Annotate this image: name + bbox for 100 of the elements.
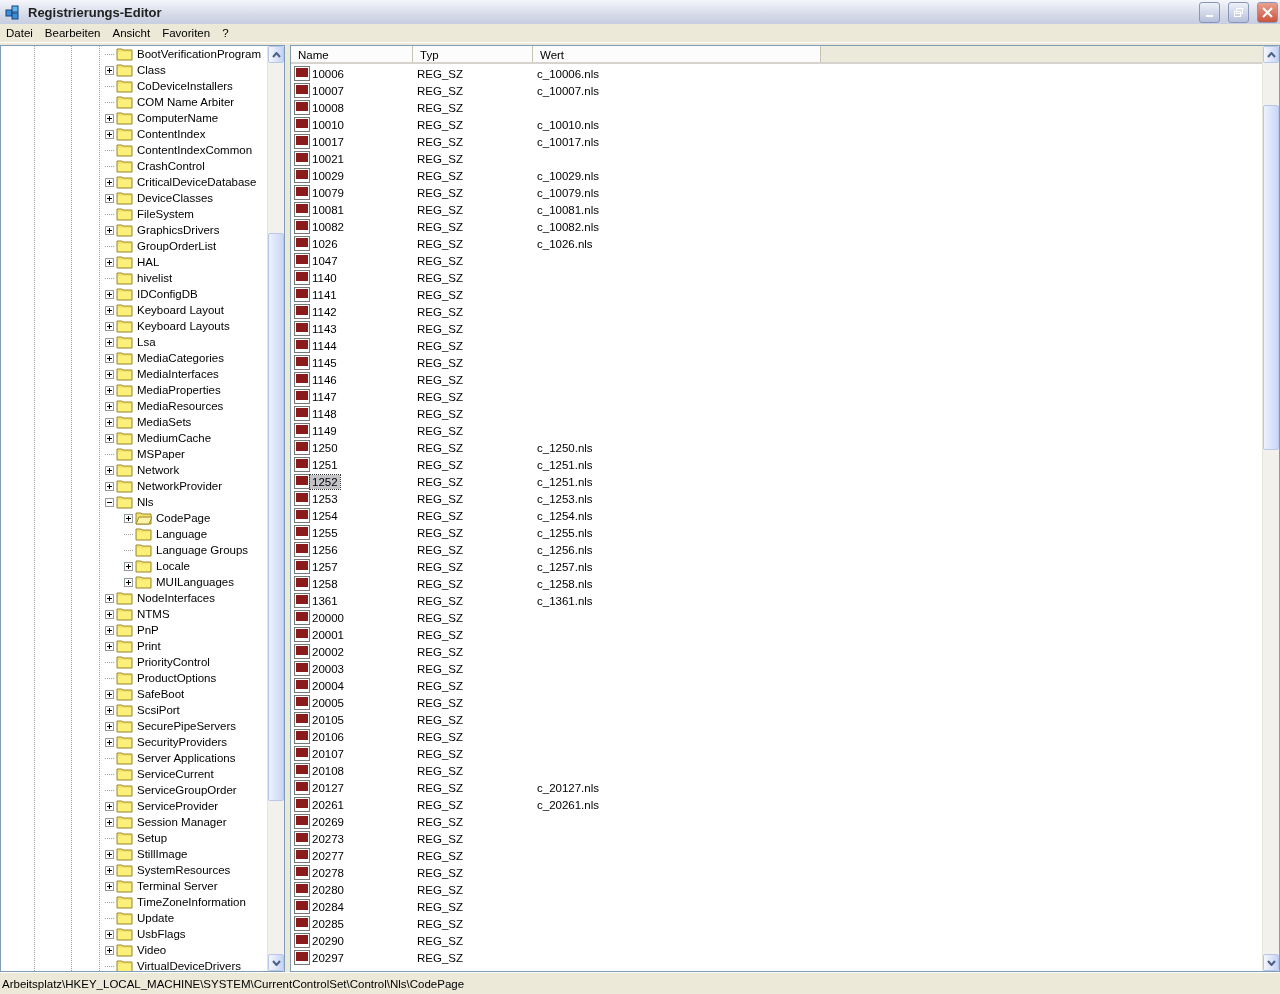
expand-toggle[interactable] bbox=[105, 641, 114, 651]
tree-item[interactable]: PnP bbox=[135, 623, 161, 637]
tree-item[interactable]: ProductOptions bbox=[135, 671, 219, 685]
value-name[interactable]: 10021 bbox=[310, 151, 346, 166]
value-name[interactable]: 10017 bbox=[310, 134, 346, 149]
expand-toggle[interactable] bbox=[105, 609, 114, 619]
tree-item[interactable]: Print bbox=[135, 639, 163, 653]
column-header[interactable]: Typ bbox=[413, 46, 533, 62]
value-name[interactable]: 10006 bbox=[310, 66, 346, 81]
value-name[interactable]: 1047 bbox=[310, 253, 340, 268]
tree-item[interactable]: NTMS bbox=[135, 607, 172, 621]
tree-item[interactable]: FileSystem bbox=[135, 207, 196, 221]
tree-item[interactable]: SecurityProviders bbox=[135, 735, 230, 749]
value-name[interactable]: 20003 bbox=[310, 661, 346, 676]
tree-item[interactable]: UsbFlags bbox=[135, 927, 188, 941]
menu-item[interactable]: Bearbeiten bbox=[38, 27, 107, 39]
tree-item[interactable]: MediumCache bbox=[135, 431, 214, 445]
value-name[interactable]: 1149 bbox=[310, 423, 339, 438]
value-name[interactable]: 20284 bbox=[310, 899, 346, 914]
expand-toggle[interactable] bbox=[105, 417, 114, 427]
tree-item[interactable]: HAL bbox=[135, 255, 162, 269]
tree-item[interactable]: MediaProperties bbox=[135, 383, 223, 397]
tree-item[interactable]: CoDeviceInstallers bbox=[135, 79, 235, 93]
expand-toggle[interactable] bbox=[105, 257, 114, 267]
tree-item[interactable]: ContentIndex bbox=[135, 127, 208, 141]
value-name[interactable]: 1251 bbox=[310, 457, 340, 472]
menu-item[interactable]: ? bbox=[216, 27, 235, 39]
tree-item[interactable]: Update bbox=[135, 911, 177, 925]
expand-toggle[interactable] bbox=[105, 721, 114, 731]
expand-toggle[interactable] bbox=[105, 929, 114, 939]
value-name[interactable]: 20106 bbox=[310, 729, 346, 744]
value-name[interactable]: 20261 bbox=[310, 797, 346, 812]
value-name[interactable]: 20105 bbox=[310, 712, 346, 727]
value-name[interactable]: 10029 bbox=[310, 168, 346, 183]
value-name[interactable]: 20108 bbox=[310, 763, 346, 778]
tree-item[interactable]: hivelist bbox=[135, 271, 175, 285]
tree-item[interactable]: SystemResources bbox=[135, 863, 233, 877]
value-name[interactable]: 20297 bbox=[310, 950, 346, 965]
value-name[interactable]: 10082 bbox=[310, 219, 346, 234]
tree-item[interactable]: DeviceClasses bbox=[135, 191, 216, 205]
expand-toggle[interactable] bbox=[105, 849, 114, 859]
expand-toggle[interactable] bbox=[105, 433, 114, 443]
tree-item[interactable]: Video bbox=[135, 943, 169, 957]
expand-toggle[interactable] bbox=[105, 353, 114, 363]
tree-item[interactable]: BootVerificationProgram bbox=[135, 47, 263, 61]
expand-toggle[interactable] bbox=[105, 337, 114, 347]
tree-item[interactable]: MSPaper bbox=[135, 447, 187, 461]
scroll-thumb[interactable] bbox=[1263, 105, 1279, 450]
value-name[interactable]: 10008 bbox=[310, 100, 346, 115]
value-name[interactable]: 1148 bbox=[310, 406, 339, 421]
expand-toggle[interactable] bbox=[105, 625, 114, 635]
expand-toggle[interactable] bbox=[105, 369, 114, 379]
tree-item[interactable]: Locale bbox=[154, 559, 192, 573]
value-name[interactable]: 1256 bbox=[310, 542, 340, 557]
value-name[interactable]: 1255 bbox=[310, 525, 340, 540]
tree-item[interactable]: SecurePipeServers bbox=[135, 719, 239, 733]
value-name[interactable]: 20269 bbox=[310, 814, 346, 829]
value-name[interactable]: 20000 bbox=[310, 610, 346, 625]
value-name[interactable]: 1140 bbox=[310, 270, 339, 285]
tree-item[interactable]: ServiceProvider bbox=[135, 799, 221, 813]
expand-toggle[interactable] bbox=[105, 465, 114, 475]
menu-item[interactable]: Datei bbox=[0, 27, 39, 39]
expand-toggle[interactable] bbox=[105, 401, 114, 411]
value-name[interactable]: 20002 bbox=[310, 644, 346, 659]
restore-button[interactable] bbox=[1228, 1, 1249, 23]
tree-item[interactable]: Lsa bbox=[135, 335, 158, 349]
expand-toggle[interactable] bbox=[124, 513, 133, 523]
expand-toggle[interactable] bbox=[105, 881, 114, 891]
expand-toggle[interactable] bbox=[105, 193, 114, 203]
value-name[interactable]: 20277 bbox=[310, 848, 346, 863]
expand-toggle[interactable] bbox=[105, 705, 114, 715]
tree-item[interactable]: MediaSets bbox=[135, 415, 194, 429]
tree-item[interactable]: Keyboard Layouts bbox=[135, 319, 232, 333]
expand-toggle[interactable] bbox=[105, 689, 114, 699]
value-name[interactable]: 1254 bbox=[310, 508, 340, 523]
expand-toggle[interactable] bbox=[105, 945, 114, 955]
expand-toggle[interactable] bbox=[124, 577, 133, 587]
tree-item[interactable]: CriticalDeviceDatabase bbox=[135, 175, 259, 189]
tree-item[interactable]: MediaInterfaces bbox=[135, 367, 221, 381]
tree-item[interactable]: NetworkProvider bbox=[135, 479, 224, 493]
tree-item[interactable]: TimeZoneInformation bbox=[135, 895, 248, 909]
value-name[interactable]: 20004 bbox=[310, 678, 346, 693]
tree-item[interactable]: Network bbox=[135, 463, 182, 477]
tree-item[interactable]: ComputerName bbox=[135, 111, 221, 125]
scrollbar[interactable] bbox=[267, 46, 284, 971]
value-name[interactable]: 20280 bbox=[310, 882, 346, 897]
value-name[interactable]: 20285 bbox=[310, 916, 346, 931]
value-name[interactable]: 1026 bbox=[310, 236, 340, 251]
expand-toggle[interactable] bbox=[105, 129, 114, 139]
collapse-toggle[interactable] bbox=[105, 497, 114, 507]
value-name[interactable]: 1258 bbox=[310, 576, 340, 591]
value-name[interactable]: 20001 bbox=[310, 627, 346, 642]
tree-item[interactable]: SafeBoot bbox=[135, 687, 187, 701]
value-name[interactable]: 1145 bbox=[310, 355, 339, 370]
value-name[interactable]: 20273 bbox=[310, 831, 346, 846]
tree-item[interactable]: Nls bbox=[135, 495, 156, 509]
expand-toggle[interactable] bbox=[105, 801, 114, 811]
value-name[interactable]: 1257 bbox=[310, 559, 340, 574]
tree-item[interactable]: Setup bbox=[135, 831, 170, 845]
tree-item[interactable]: ContentIndexCommon bbox=[135, 143, 255, 157]
